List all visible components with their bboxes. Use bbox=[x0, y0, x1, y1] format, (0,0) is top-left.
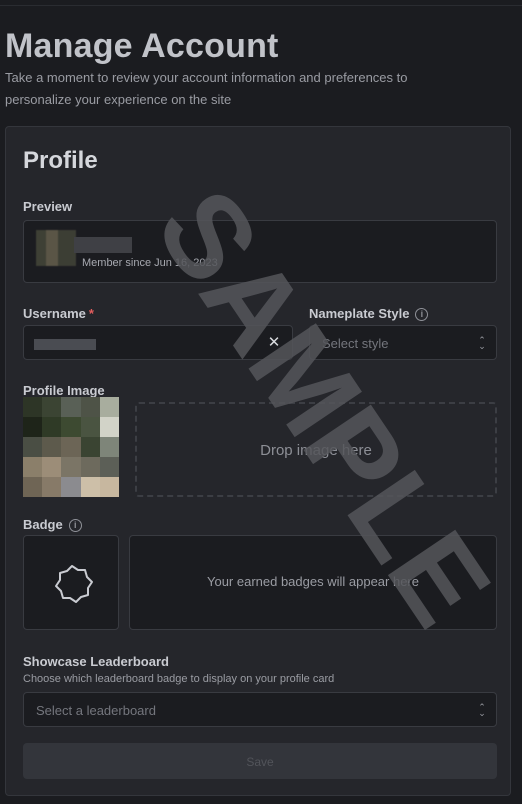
page-subtitle: Take a moment to review your account inf… bbox=[5, 70, 408, 107]
chevron-up-down-icon: ⌃ ⌄ bbox=[478, 702, 486, 718]
nameplate-style-select[interactable]: Select style ⌃ ⌄ bbox=[309, 325, 497, 360]
nameplate-style-label: Nameplate Style i bbox=[309, 306, 429, 321]
preview-username bbox=[74, 237, 132, 253]
badge-label: Badge i bbox=[23, 517, 82, 532]
nameplate-preview: Member since Jun 16, 2023 bbox=[23, 220, 497, 283]
dropzone-text: Drop image here bbox=[260, 442, 372, 459]
profile-image[interactable] bbox=[23, 397, 119, 497]
username-label-text: Username bbox=[23, 306, 86, 321]
preview-avatar bbox=[36, 230, 76, 266]
info-icon[interactable]: i bbox=[415, 308, 429, 321]
profile-card: Profile Preview Member since Jun 16, 202… bbox=[5, 126, 511, 796]
image-dropzone[interactable]: Drop image here bbox=[135, 402, 497, 497]
leaderboard-label: Showcase Leaderboard bbox=[23, 654, 169, 669]
earned-badges-area: Your earned badges will appear here bbox=[129, 535, 497, 630]
top-divider bbox=[0, 5, 522, 6]
badge-outline-icon bbox=[55, 565, 93, 603]
nameplate-style-placeholder: Select style bbox=[322, 336, 389, 351]
badge-label-text: Badge bbox=[23, 517, 63, 532]
chevron-up-down-icon: ⌃ ⌄ bbox=[478, 335, 486, 351]
save-button[interactable]: Save bbox=[23, 743, 497, 779]
required-marker: * bbox=[88, 306, 94, 321]
profile-image-label: Profile Image bbox=[23, 383, 105, 398]
username-label: Username * bbox=[23, 306, 94, 321]
leaderboard-help-text: Choose which leaderboard badge to displa… bbox=[23, 673, 335, 685]
username-input[interactable]: ✕ bbox=[23, 325, 293, 360]
info-icon[interactable]: i bbox=[68, 519, 82, 532]
leaderboard-select[interactable]: Select a leaderboard ⌃ ⌄ bbox=[23, 692, 497, 727]
leaderboard-placeholder: Select a leaderboard bbox=[36, 703, 156, 718]
profile-title: Profile bbox=[23, 147, 98, 174]
username-value bbox=[34, 339, 96, 350]
preview-label: Preview bbox=[23, 199, 73, 214]
page-title: Manage Account bbox=[5, 27, 279, 65]
nameplate-style-label-text: Nameplate Style bbox=[309, 306, 410, 321]
preview-member-since: Member since Jun 16, 2023 bbox=[82, 257, 218, 269]
badges-empty-text: Your earned badges will appear here bbox=[206, 574, 419, 589]
close-icon[interactable]: ✕ bbox=[266, 335, 282, 351]
selected-badge-slot[interactable] bbox=[23, 535, 119, 630]
